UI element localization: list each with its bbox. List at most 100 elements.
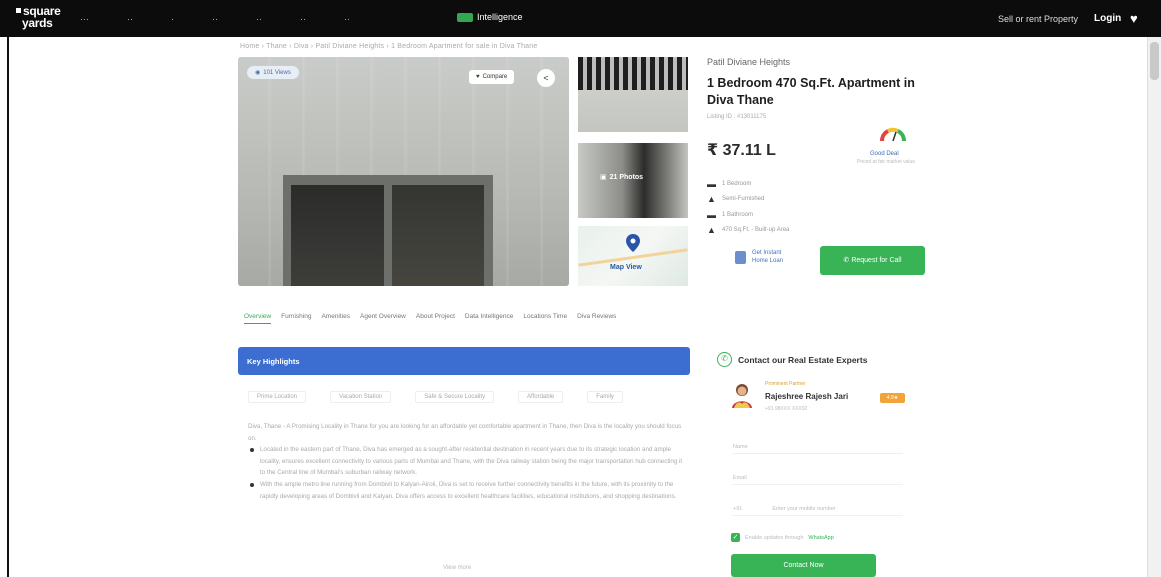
- agent-avatar: [732, 384, 752, 408]
- phone-input[interactable]: Enter your mobile number: [772, 506, 835, 512]
- agent-name: Rajeshree Rajesh Jari: [765, 392, 849, 401]
- nav-item-7[interactable]: ··: [344, 14, 350, 24]
- phone-country-code[interactable]: +91: [733, 506, 742, 512]
- highlights-bullets: Located in the eastern part of Thane, Di…: [248, 444, 686, 502]
- heart-icon: ♥: [476, 74, 480, 80]
- thumbnail-photo-2[interactable]: ▣ 21 Photos: [578, 143, 688, 218]
- spec-furnishing-text: Semi-Furnished: [722, 196, 765, 202]
- tab-locations-time[interactable]: Locations Time: [523, 313, 567, 324]
- tab-about-project[interactable]: About Project: [416, 313, 455, 324]
- nav-item-5[interactable]: ··: [256, 14, 262, 24]
- map-pin-icon: [626, 234, 640, 252]
- chip-family[interactable]: Family: [587, 391, 623, 403]
- top-navbar: square yards ··· ·· · ·· ·· ·· ·· Intell…: [0, 0, 1161, 37]
- contact-title-text: Contact our Real Estate Experts: [738, 354, 868, 365]
- deal-gauge-icon: [880, 127, 906, 142]
- photo-window-pane-right: [392, 185, 484, 286]
- views-label: 101 Views: [263, 69, 291, 76]
- spec-furnishing: ▲ Semi-Furnished: [707, 194, 765, 204]
- spec-area: ▲ 470 Sq.Ft. - Built-up Area: [707, 225, 790, 235]
- tab-amenities[interactable]: Amenities: [321, 313, 350, 324]
- highlight-chips: Prime Location Vacation Station Safe & S…: [248, 391, 623, 403]
- request-call-button[interactable]: ✆ Request for Call: [820, 246, 925, 275]
- photo-window-pane-left: [291, 185, 384, 286]
- bank-icon: [735, 250, 746, 264]
- request-call-label: Request for Call: [851, 257, 902, 264]
- highlights-text: Diva, Thane - A Promising Locality in Th…: [248, 421, 686, 502]
- home-loan-line1: Get Instant: [752, 250, 782, 256]
- nav-item-3[interactable]: ·: [171, 14, 174, 24]
- map-view-label: Map View: [610, 264, 642, 271]
- chip-vacation-station[interactable]: Vacation Station: [330, 391, 392, 403]
- agent-rating-badge: 4.9★: [880, 393, 905, 403]
- tab-diva-reviews[interactable]: Diva Reviews: [577, 313, 616, 324]
- breadcrumb[interactable]: Home › Thane › Diva › Patil Diviane Heig…: [240, 43, 537, 50]
- heart-icon[interactable]: ♥: [1130, 12, 1138, 25]
- compare-button[interactable]: ♥ Compare: [469, 70, 515, 84]
- views-badge: ◉ 101 Views: [247, 66, 299, 79]
- scrollbar-thumb[interactable]: [1150, 42, 1159, 80]
- bed-icon: ▬: [707, 179, 716, 189]
- chip-affordable[interactable]: Affordable: [518, 391, 564, 403]
- thumbnail-photo-1[interactable]: [578, 57, 688, 132]
- nav-item-2[interactable]: ··: [127, 14, 133, 24]
- tab-agent-overview[interactable]: Agent Overview: [360, 313, 406, 324]
- furnishing-icon: ▲: [707, 194, 716, 204]
- project-name[interactable]: Patil Diviane Heights: [707, 57, 790, 67]
- whatsapp-consent-text: Enable updates through: [745, 534, 804, 541]
- contact-now-button[interactable]: Contact Now: [731, 554, 876, 577]
- tab-furnishing[interactable]: Furnishing: [281, 313, 311, 324]
- map-view-thumbnail[interactable]: Map View: [578, 226, 688, 286]
- whatsapp-consent[interactable]: ✓ Enable updates through WhatsApp: [731, 533, 834, 542]
- price: ₹ 37.11 L: [707, 142, 776, 159]
- photos-count-label: 21 Photos: [609, 173, 644, 181]
- spec-area-text: 470 Sq.Ft. - Built-up Area: [722, 227, 790, 233]
- phone-icon: ✆: [843, 257, 850, 264]
- email-field[interactable]: Email: [733, 475, 903, 485]
- phone-icon: ✆: [717, 352, 732, 367]
- chip-prime-location[interactable]: Prime Location: [248, 391, 307, 403]
- nav-item-4[interactable]: ··: [212, 14, 218, 24]
- whatsapp-link[interactable]: WhatsApp: [808, 535, 833, 541]
- listing-id: Listing ID : #13011175: [707, 114, 767, 120]
- thumbnail-blinds: [578, 57, 688, 90]
- area-icon: ▲: [707, 225, 716, 235]
- login-link[interactable]: Login: [1094, 13, 1121, 24]
- key-highlights-header: Key Highlights: [238, 347, 690, 375]
- intelligence-link[interactable]: Intelligence: [457, 12, 523, 22]
- nav-item-6[interactable]: ··: [300, 14, 306, 24]
- share-icon[interactable]: <: [537, 69, 555, 87]
- eye-icon: ◉: [255, 70, 261, 76]
- spec-bathrooms-text: 1 Bathroom: [722, 212, 754, 218]
- scrollbar-track[interactable]: [1147, 37, 1161, 577]
- tab-data-intelligence[interactable]: Data Intelligence: [465, 313, 513, 324]
- sell-rent-property-link[interactable]: Sell or rent Property: [998, 14, 1078, 24]
- listing-title: 1 Bedroom 470 Sq.Ft. Apartment in Diva T…: [707, 76, 915, 107]
- intelligence-badge-icon: [457, 12, 473, 22]
- agent-role: Prominent Partner: [765, 381, 806, 387]
- tab-overview[interactable]: Overview: [244, 313, 272, 324]
- nav-item-1[interactable]: ···: [80, 14, 89, 24]
- view-more-link[interactable]: View more: [443, 565, 471, 571]
- home-loan-line2: Home Loan: [752, 258, 784, 264]
- home-loan-link[interactable]: Get Instant Home Loan: [735, 249, 783, 265]
- checkbox-checked-icon[interactable]: ✓: [731, 533, 740, 542]
- highlight-bullet: With the ample metro line running from D…: [248, 479, 686, 502]
- square-yards-logo[interactable]: square yards: [16, 5, 61, 29]
- spec-bedrooms: ▬ 1 Bedroom: [707, 179, 751, 189]
- phone-field[interactable]: +91 Enter your mobile number: [733, 506, 903, 516]
- agent-phone: +91 98XXX XXX92: [765, 406, 808, 412]
- bath-icon: ▬: [707, 210, 716, 220]
- name-field[interactable]: Name: [733, 444, 903, 454]
- camera-icon: ▣: [600, 174, 607, 181]
- intelligence-label: Intelligence: [477, 12, 523, 22]
- deal-sublabel: Priced at fair market value: [857, 159, 916, 165]
- spec-bathrooms: ▬ 1 Bathroom: [707, 210, 754, 220]
- main-property-photo[interactable]: ◉ 101 Views ♥ Compare <: [238, 57, 569, 286]
- nav-menu: ··· ·· · ·· ·· ·· ··: [80, 14, 350, 24]
- left-border: [7, 37, 9, 577]
- highlight-bullet: Located in the eastern part of Thane, Di…: [248, 444, 686, 479]
- chip-safe-secure[interactable]: Safe & Secure Locality: [415, 391, 494, 403]
- home-loan-text: Get Instant Home Loan: [752, 249, 783, 265]
- highlights-intro: Diva, Thane - A Promising Locality in Th…: [248, 423, 682, 442]
